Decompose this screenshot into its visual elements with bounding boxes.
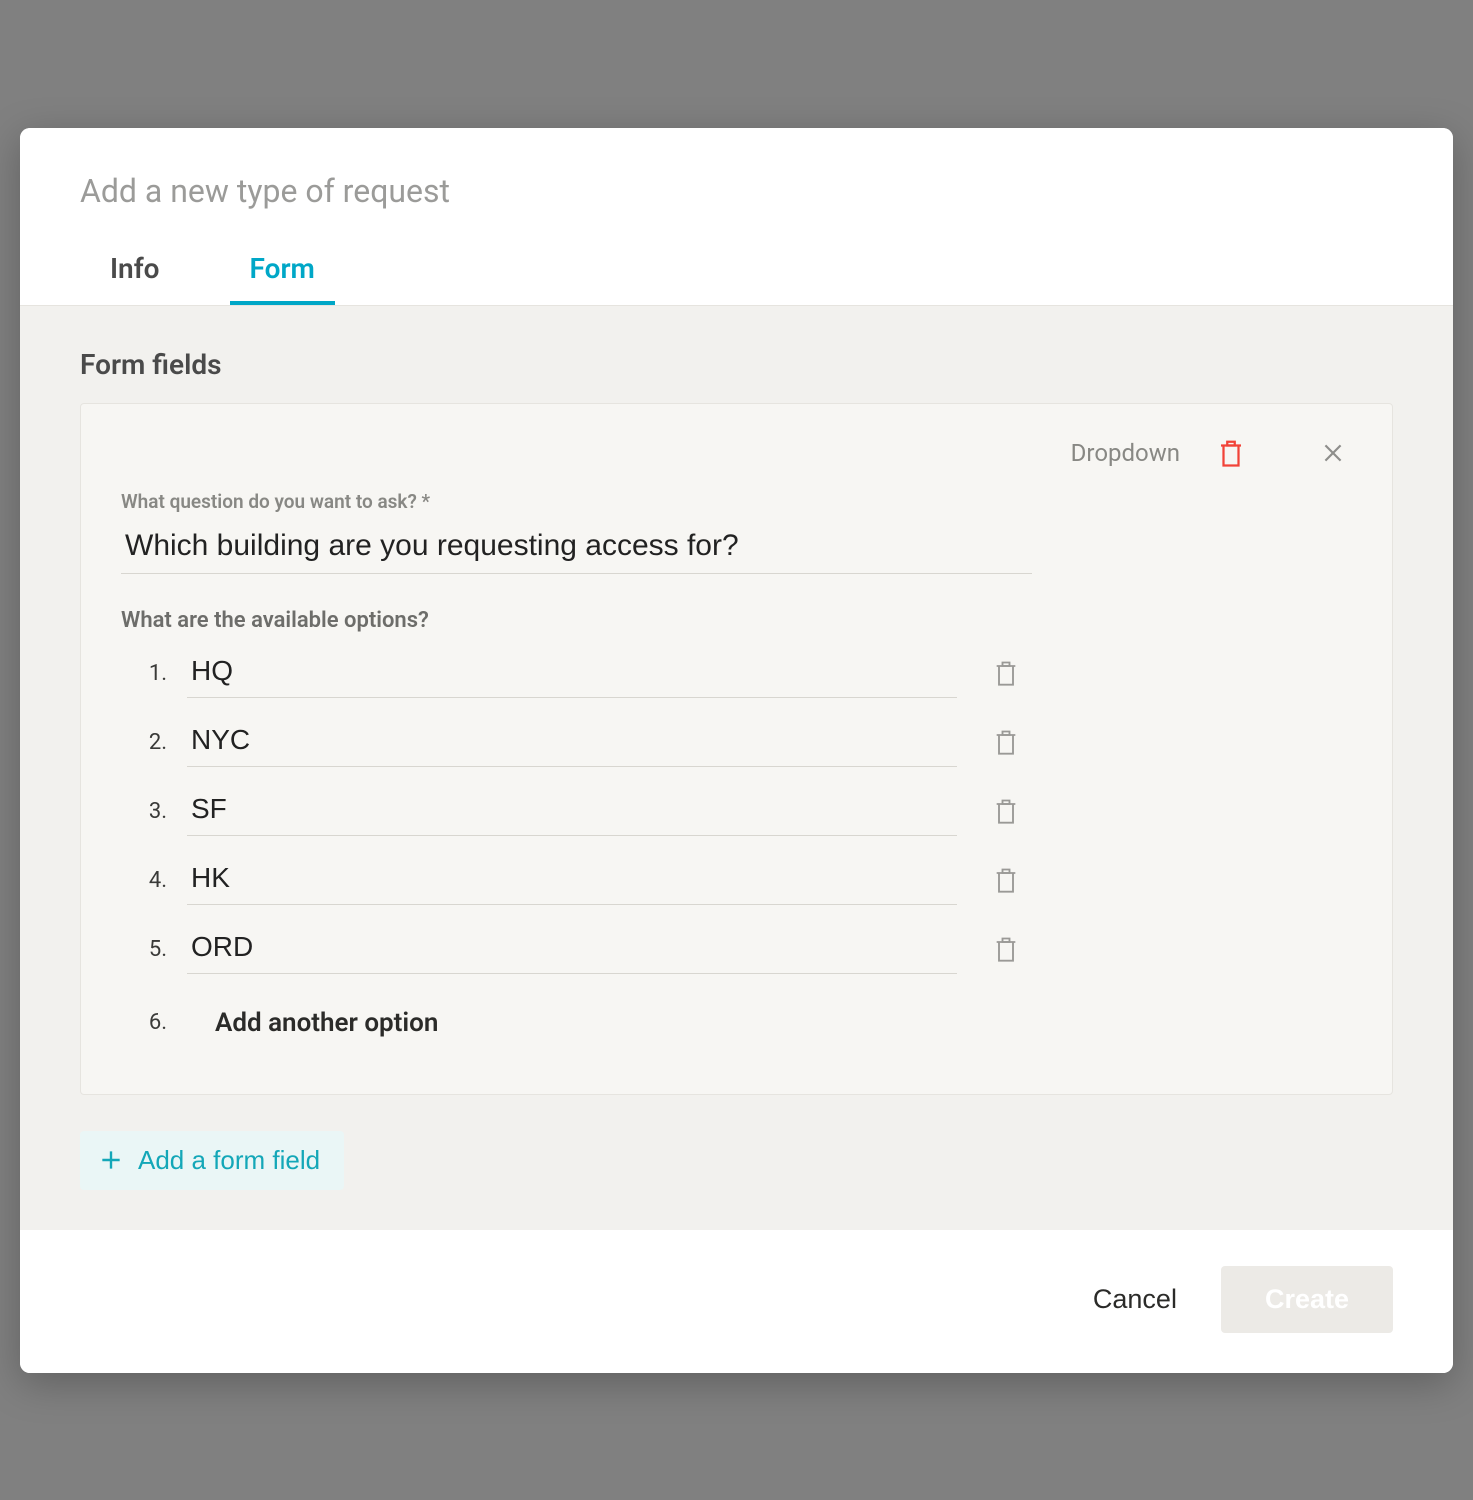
- option-number: 4.: [121, 868, 167, 893]
- option-row: 1.: [121, 649, 1352, 698]
- question-label: What question do you want to ask? *: [121, 490, 1352, 513]
- option-input[interactable]: [187, 925, 957, 974]
- option-input[interactable]: [187, 649, 957, 698]
- options-list: 1. 2.: [121, 649, 1352, 1044]
- option-number: 3.: [121, 799, 167, 824]
- delete-option-button[interactable]: [987, 723, 1025, 761]
- tabs: Info Form: [80, 238, 1393, 305]
- option-number: 6.: [121, 1010, 167, 1035]
- plus-icon: [98, 1147, 124, 1173]
- options-label: What are the available options?: [121, 608, 1352, 633]
- delete-option-button[interactable]: [987, 654, 1025, 692]
- add-option-row[interactable]: 6. Add another option: [121, 1002, 1352, 1044]
- trash-icon: [992, 657, 1020, 689]
- delete-option-button[interactable]: [987, 861, 1025, 899]
- option-row: 4.: [121, 856, 1352, 905]
- close-icon: [1320, 440, 1346, 466]
- section-title-form-fields: Form fields: [80, 348, 1393, 381]
- trash-icon: [1216, 436, 1246, 470]
- close-field-button[interactable]: [1314, 434, 1352, 472]
- tab-info[interactable]: Info: [90, 238, 180, 305]
- option-input[interactable]: [187, 787, 957, 836]
- field-card-dropdown: Dropdown: [80, 403, 1393, 1095]
- trash-icon: [992, 726, 1020, 758]
- delete-field-button[interactable]: [1212, 434, 1250, 472]
- option-row: 2.: [121, 718, 1352, 767]
- option-row: 3.: [121, 787, 1352, 836]
- option-number: 2.: [121, 730, 167, 755]
- field-card-header: Dropdown: [121, 434, 1352, 472]
- delete-option-button[interactable]: [987, 930, 1025, 968]
- add-option-label: Add another option: [187, 1002, 442, 1044]
- modal-header: Add a new type of request Info Form: [20, 128, 1453, 305]
- trash-icon: [992, 933, 1020, 965]
- modal-add-request-type: Add a new type of request Info Form Form…: [20, 128, 1453, 1373]
- delete-option-button[interactable]: [987, 792, 1025, 830]
- tab-form[interactable]: Form: [230, 238, 335, 305]
- add-form-field-label: Add a form field: [138, 1145, 320, 1176]
- trash-icon: [992, 795, 1020, 827]
- modal-title: Add a new type of request: [80, 172, 1393, 210]
- option-number: 1.: [121, 661, 167, 686]
- trash-icon: [992, 864, 1020, 896]
- option-row: 5.: [121, 925, 1352, 974]
- create-button[interactable]: Create: [1221, 1266, 1393, 1333]
- field-type-label: Dropdown: [1071, 439, 1180, 467]
- option-number: 5.: [121, 937, 167, 962]
- modal-body: Form fields Dropdown: [20, 305, 1453, 1230]
- option-input[interactable]: [187, 718, 957, 767]
- add-form-field-button[interactable]: Add a form field: [80, 1131, 344, 1190]
- question-input[interactable]: [121, 521, 1032, 574]
- option-input[interactable]: [187, 856, 957, 905]
- modal-footer: Cancel Create: [20, 1230, 1453, 1373]
- cancel-button[interactable]: Cancel: [1093, 1284, 1177, 1315]
